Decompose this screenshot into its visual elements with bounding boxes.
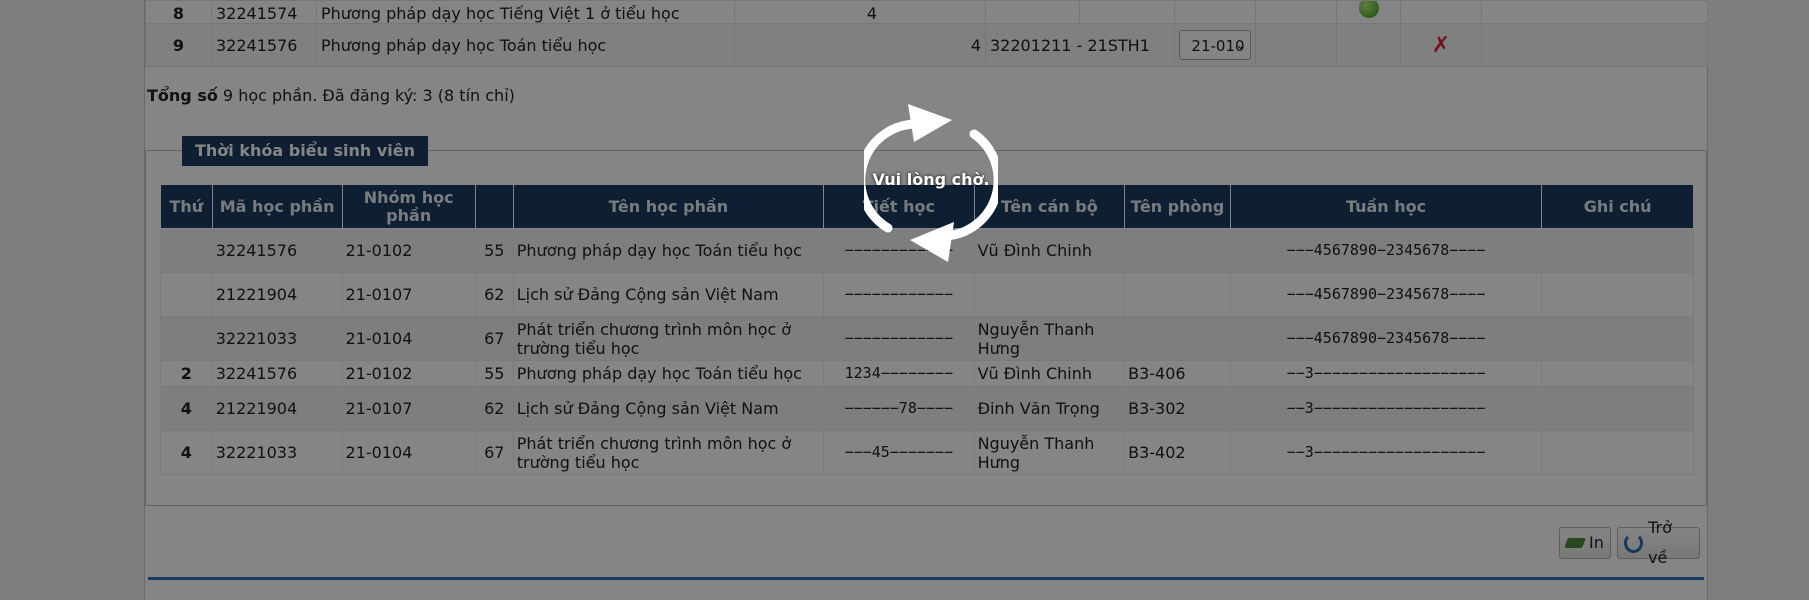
loading-text: Vui lòng chờ. [872,170,990,189]
loading-overlay: Vui lòng chờ. [0,0,1809,600]
loading-spinner: Vui lòng chờ. [856,98,1003,266]
